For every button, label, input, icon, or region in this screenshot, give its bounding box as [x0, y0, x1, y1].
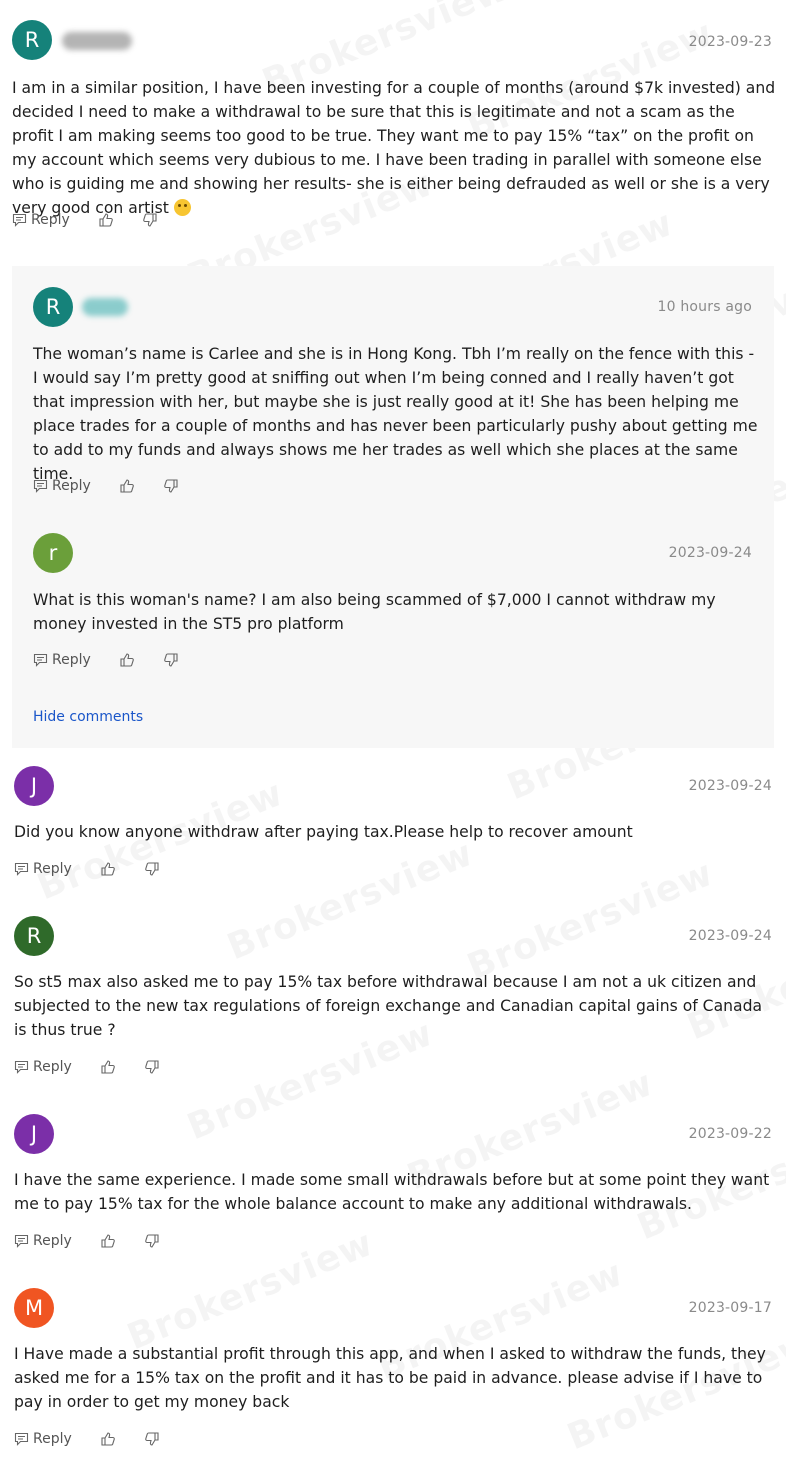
- comment-text: I Have made a substantial profit through…: [14, 1345, 766, 1411]
- comment-icon: [14, 1060, 29, 1074]
- reply-button[interactable]: Reply: [12, 212, 70, 228]
- comment-date: 2023-09-24: [668, 545, 752, 561]
- thumbs-up-icon: [101, 1432, 115, 1446]
- comment-text: Did you know anyone withdraw after payin…: [14, 823, 633, 841]
- comment-icon: [14, 862, 29, 876]
- thumbs-down-icon: [144, 1060, 159, 1074]
- avatar: r: [33, 533, 73, 573]
- like-button[interactable]: [119, 478, 135, 494]
- thumbs-down-icon: [144, 1432, 159, 1446]
- reply-button[interactable]: Reply: [33, 478, 91, 494]
- like-button[interactable]: [100, 1431, 116, 1447]
- comment-text: So st5 max also asked me to pay 15% tax …: [14, 973, 763, 1039]
- like-button[interactable]: [100, 1059, 116, 1075]
- thumbs-down-icon: [142, 213, 157, 227]
- comment-text: I have the same experience. I made some …: [14, 1171, 770, 1213]
- dislike-button[interactable]: [142, 212, 158, 228]
- comment-actions: Reply: [14, 1231, 160, 1251]
- reply-label: Reply: [31, 212, 70, 228]
- comment-icon: [12, 213, 27, 227]
- reply-button[interactable]: Reply: [14, 861, 72, 877]
- like-button[interactable]: [100, 1233, 116, 1249]
- thumbs-up-icon: [120, 653, 134, 667]
- thumbs-up-icon: [101, 862, 115, 876]
- avatar: J: [14, 766, 54, 806]
- dislike-button[interactable]: [144, 1059, 160, 1075]
- comment-date: 2023-09-17: [688, 1300, 772, 1316]
- avatar: M: [14, 1288, 54, 1328]
- comment-actions: Reply: [33, 476, 179, 496]
- comment-actions: Reply: [14, 859, 160, 879]
- reply-button[interactable]: Reply: [33, 652, 91, 668]
- reply-label: Reply: [52, 478, 91, 494]
- comment-actions: Reply: [33, 650, 179, 670]
- reply-label: Reply: [33, 1233, 72, 1249]
- avatar: R: [33, 287, 73, 327]
- comment-icon: [14, 1234, 29, 1248]
- thumbs-down-icon: [144, 1234, 159, 1248]
- thumbs-up-icon: [99, 213, 113, 227]
- author-name-blurred: [82, 298, 128, 316]
- dislike-button[interactable]: [163, 478, 179, 494]
- author-name-blurred: [62, 32, 132, 50]
- comment-date: 2023-09-22: [688, 1126, 772, 1142]
- avatar: J: [14, 1114, 54, 1154]
- thumbs-down-icon: [144, 862, 159, 876]
- thinking-face-emoji: [173, 199, 191, 216]
- comment-icon: [33, 479, 48, 493]
- comment-text: The woman’s name is Carlee and she is in…: [33, 345, 758, 483]
- comment-text: What is this woman's name? I am also bei…: [33, 591, 716, 633]
- thumbs-up-icon: [101, 1234, 115, 1248]
- reply-button[interactable]: Reply: [14, 1233, 72, 1249]
- dislike-button[interactable]: [163, 652, 179, 668]
- comment-date: 2023-09-23: [688, 34, 772, 50]
- dislike-button[interactable]: [144, 861, 160, 877]
- reply-button[interactable]: Reply: [14, 1059, 72, 1075]
- avatar: R: [14, 916, 54, 956]
- comment-date: 2023-09-24: [688, 778, 772, 794]
- comment-date: 10 hours ago: [657, 299, 752, 315]
- dislike-button[interactable]: [144, 1233, 160, 1249]
- dislike-button[interactable]: [144, 1431, 160, 1447]
- like-button[interactable]: [100, 861, 116, 877]
- comment-actions: Reply: [14, 1429, 160, 1449]
- thumbs-down-icon: [163, 653, 178, 667]
- comment-date: 2023-09-24: [688, 928, 772, 944]
- comment-actions: Reply: [12, 210, 158, 230]
- reply-label: Reply: [33, 1059, 72, 1075]
- reply-label: Reply: [33, 861, 72, 877]
- reply-thread-panel: [12, 266, 774, 748]
- comment-icon: [33, 653, 48, 667]
- comment-actions: Reply: [14, 1057, 160, 1077]
- thumbs-up-icon: [101, 1060, 115, 1074]
- thumbs-down-icon: [163, 479, 178, 493]
- avatar: R: [12, 20, 52, 60]
- comment-icon: [14, 1432, 29, 1446]
- reply-button[interactable]: Reply: [14, 1431, 72, 1447]
- reply-label: Reply: [33, 1431, 72, 1447]
- thumbs-up-icon: [120, 479, 134, 493]
- hide-comments-link[interactable]: Hide comments: [33, 709, 143, 725]
- reply-label: Reply: [52, 652, 91, 668]
- comment-text: I am in a similar position, I have been …: [12, 79, 776, 217]
- like-button[interactable]: [98, 212, 114, 228]
- like-button[interactable]: [119, 652, 135, 668]
